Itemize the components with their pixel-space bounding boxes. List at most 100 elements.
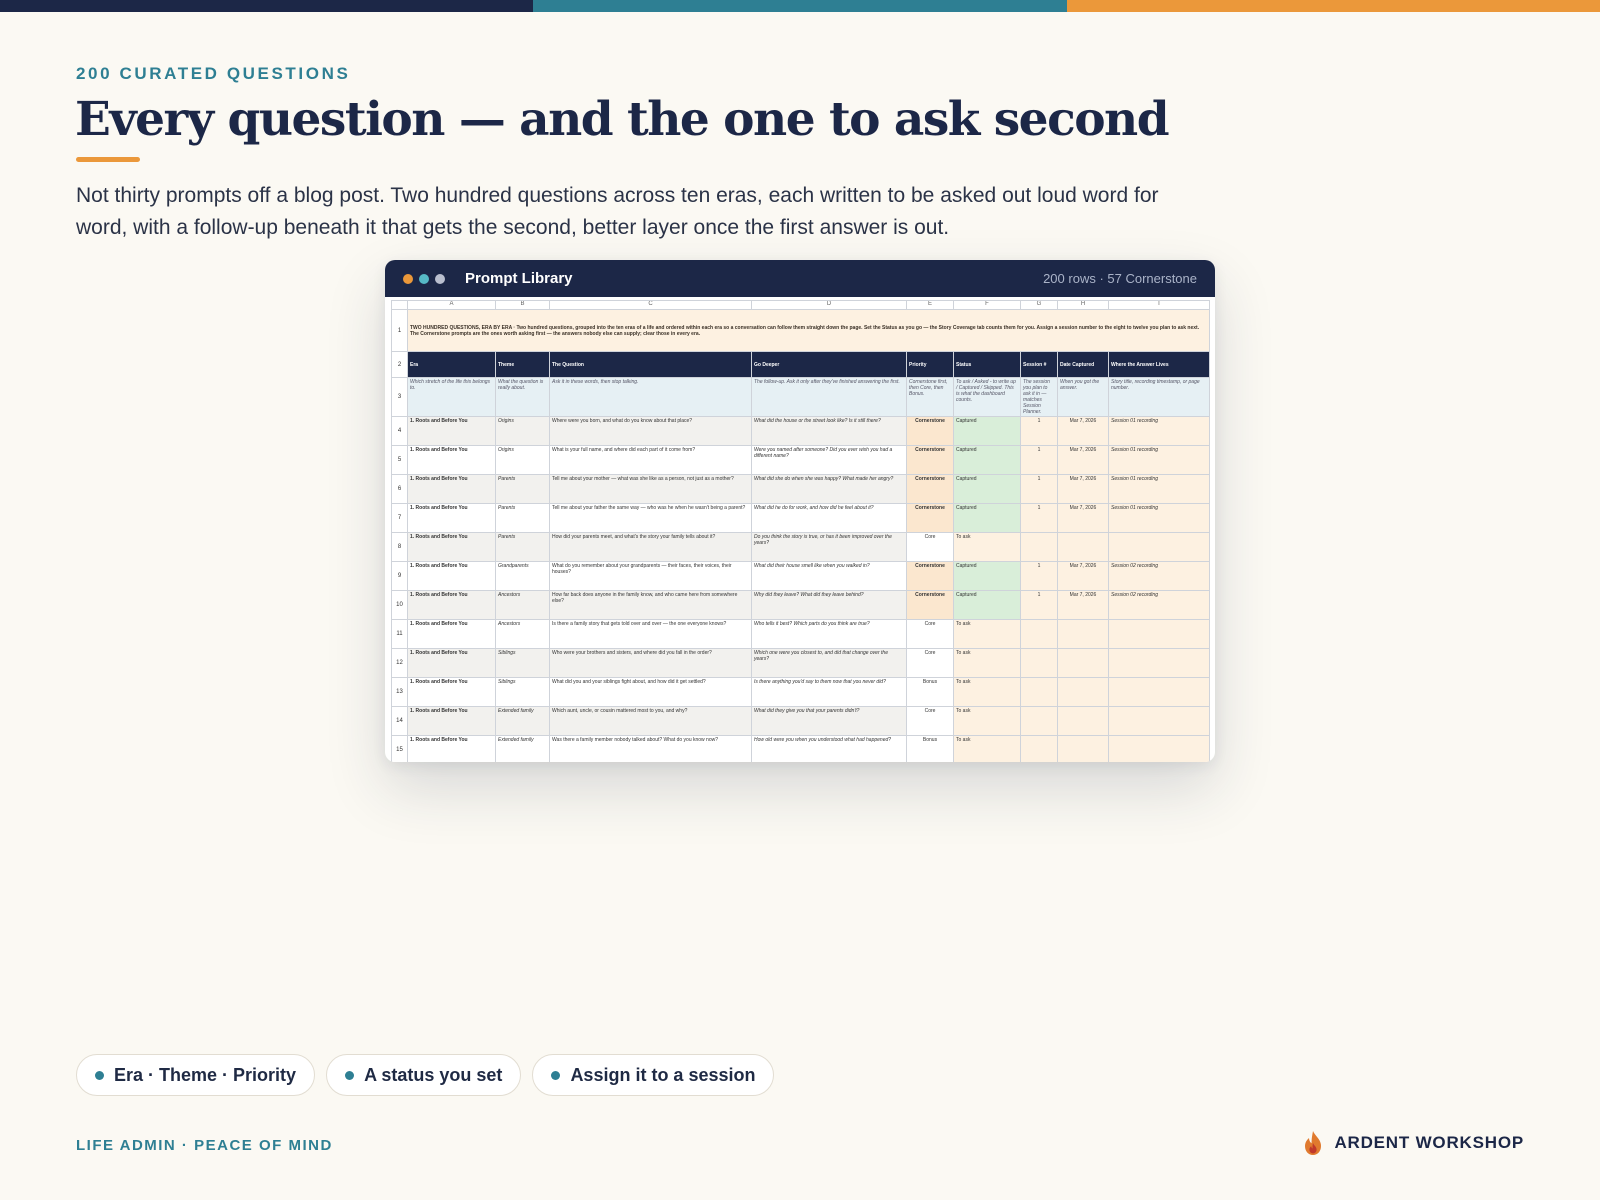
deeper-cell[interactable]: Is there anything you'd say to them now … bbox=[751, 677, 907, 707]
column-letter[interactable]: F bbox=[953, 300, 1021, 310]
spreadsheet-area[interactable]: A B C D E F G H I 1 TWO HUNDRED QUESTIONS, ERA BY … bbox=[391, 300, 1210, 762]
question-cell[interactable]: What do you remember about your grandpar… bbox=[549, 561, 752, 591]
priority-cell[interactable]: Cornerstone bbox=[906, 416, 954, 446]
header-cell[interactable]: Where the Answer Lives bbox=[1108, 351, 1210, 378]
where-cell[interactable] bbox=[1108, 532, 1210, 562]
where-cell[interactable]: Session 01 recording bbox=[1108, 503, 1210, 533]
priority-cell[interactable]: Bonus bbox=[906, 735, 954, 762]
session-cell[interactable] bbox=[1020, 648, 1058, 678]
where-cell[interactable] bbox=[1108, 619, 1210, 649]
deeper-cell[interactable]: What did their house smell like when you… bbox=[751, 561, 907, 591]
theme-cell[interactable]: Extended family bbox=[495, 706, 550, 736]
era-cell[interactable]: 1. Roots and Before You bbox=[407, 706, 496, 736]
header-cell[interactable]: Status bbox=[953, 351, 1021, 378]
priority-cell[interactable]: Cornerstone bbox=[906, 445, 954, 475]
theme-cell[interactable]: Grandparents bbox=[495, 561, 550, 591]
date-cell[interactable] bbox=[1057, 677, 1109, 707]
header-cell[interactable]: Theme bbox=[495, 351, 550, 378]
era-cell[interactable]: 1. Roots and Before You bbox=[407, 561, 496, 591]
column-letter[interactable]: I bbox=[1108, 300, 1210, 310]
date-cell[interactable]: Mar 7, 2026 bbox=[1057, 474, 1109, 504]
session-cell[interactable]: 1 bbox=[1020, 445, 1058, 475]
priority-cell[interactable]: Core bbox=[906, 648, 954, 678]
status-cell[interactable]: Captured bbox=[953, 561, 1021, 591]
session-cell[interactable]: 1 bbox=[1020, 503, 1058, 533]
column-letter[interactable]: C bbox=[549, 300, 752, 310]
question-cell[interactable]: Is there a family story that gets told o… bbox=[549, 619, 752, 649]
column-letter[interactable]: H bbox=[1057, 300, 1109, 310]
era-cell[interactable]: 1. Roots and Before You bbox=[407, 648, 496, 678]
status-cell[interactable]: Captured bbox=[953, 416, 1021, 446]
date-cell[interactable] bbox=[1057, 706, 1109, 736]
where-cell[interactable]: Session 02 recording bbox=[1108, 561, 1210, 591]
era-cell[interactable]: 1. Roots and Before You bbox=[407, 590, 496, 620]
question-cell[interactable]: What is your full name, and where did ea… bbox=[549, 445, 752, 475]
date-cell[interactable]: Mar 7, 2026 bbox=[1057, 590, 1109, 620]
theme-cell[interactable]: Origins bbox=[495, 445, 550, 475]
intro-cell[interactable]: TWO HUNDRED QUESTIONS, ERA BY ERA · Two … bbox=[407, 309, 1210, 352]
priority-cell[interactable]: Core bbox=[906, 619, 954, 649]
status-cell[interactable]: To ask bbox=[953, 648, 1021, 678]
priority-cell[interactable]: Cornerstone bbox=[906, 561, 954, 591]
deeper-cell[interactable]: Who tells it best? Which parts do you th… bbox=[751, 619, 907, 649]
description-cell[interactable]: The follow-up. Ask it only after they've… bbox=[751, 377, 907, 417]
where-cell[interactable] bbox=[1108, 735, 1210, 762]
where-cell[interactable] bbox=[1108, 677, 1210, 707]
deeper-cell[interactable]: What did they give you that your parents… bbox=[751, 706, 907, 736]
question-cell[interactable]: Which aunt, uncle, or cousin mattered mo… bbox=[549, 706, 752, 736]
era-cell[interactable]: 1. Roots and Before You bbox=[407, 474, 496, 504]
where-cell[interactable]: Session 01 recording bbox=[1108, 416, 1210, 446]
deeper-cell[interactable]: Do you think the story is true, or has i… bbox=[751, 532, 907, 562]
header-cell[interactable]: Priority bbox=[906, 351, 954, 378]
era-cell[interactable]: 1. Roots and Before You bbox=[407, 735, 496, 762]
header-cell[interactable]: Era bbox=[407, 351, 496, 378]
description-cell[interactable]: The session you plan to ask it in — matc… bbox=[1020, 377, 1058, 417]
status-cell[interactable]: To ask bbox=[953, 677, 1021, 707]
where-cell[interactable]: Session 02 recording bbox=[1108, 590, 1210, 620]
deeper-cell[interactable]: How old were you when you understood wha… bbox=[751, 735, 907, 762]
date-cell[interactable] bbox=[1057, 735, 1109, 762]
theme-cell[interactable]: Siblings bbox=[495, 677, 550, 707]
column-letter[interactable]: D bbox=[751, 300, 907, 310]
column-letter[interactable]: B bbox=[495, 300, 550, 310]
question-cell[interactable]: Where were you born, and what do you kno… bbox=[549, 416, 752, 446]
where-cell[interactable] bbox=[1108, 648, 1210, 678]
session-cell[interactable] bbox=[1020, 735, 1058, 762]
theme-cell[interactable]: Parents bbox=[495, 532, 550, 562]
era-cell[interactable]: 1. Roots and Before You bbox=[407, 416, 496, 446]
deeper-cell[interactable]: What did he do for work, and how did he … bbox=[751, 503, 907, 533]
header-cell[interactable]: The Question bbox=[549, 351, 752, 378]
priority-cell[interactable]: Core bbox=[906, 706, 954, 736]
era-cell[interactable]: 1. Roots and Before You bbox=[407, 532, 496, 562]
era-cell[interactable]: 1. Roots and Before You bbox=[407, 677, 496, 707]
date-cell[interactable] bbox=[1057, 648, 1109, 678]
status-cell[interactable]: To ask bbox=[953, 706, 1021, 736]
question-cell[interactable]: Was there a family member nobody talked … bbox=[549, 735, 752, 762]
status-cell[interactable]: Captured bbox=[953, 590, 1021, 620]
description-cell[interactable]: What the question is really about. bbox=[495, 377, 550, 417]
where-cell[interactable] bbox=[1108, 706, 1210, 736]
session-cell[interactable]: 1 bbox=[1020, 416, 1058, 446]
theme-cell[interactable]: Parents bbox=[495, 503, 550, 533]
question-cell[interactable]: How did your parents meet, and what's th… bbox=[549, 532, 752, 562]
era-cell[interactable]: 1. Roots and Before You bbox=[407, 445, 496, 475]
theme-cell[interactable]: Ancestors bbox=[495, 590, 550, 620]
status-cell[interactable]: Captured bbox=[953, 503, 1021, 533]
theme-cell[interactable]: Origins bbox=[495, 416, 550, 446]
deeper-cell[interactable]: Why did they leave? What did they leave … bbox=[751, 590, 907, 620]
question-cell[interactable]: Tell me about your mother — what was she… bbox=[549, 474, 752, 504]
where-cell[interactable]: Session 01 recording bbox=[1108, 474, 1210, 504]
deeper-cell[interactable]: Were you named after someone? Did you ev… bbox=[751, 445, 907, 475]
session-cell[interactable] bbox=[1020, 677, 1058, 707]
question-cell[interactable]: Tell me about your father the same way —… bbox=[549, 503, 752, 533]
priority-cell[interactable]: Cornerstone bbox=[906, 503, 954, 533]
status-cell[interactable]: To ask bbox=[953, 532, 1021, 562]
description-cell[interactable]: Which stretch of the life this belongs t… bbox=[407, 377, 496, 417]
date-cell[interactable] bbox=[1057, 532, 1109, 562]
question-cell[interactable]: Who were your brothers and sisters, and … bbox=[549, 648, 752, 678]
priority-cell[interactable]: Core bbox=[906, 532, 954, 562]
description-cell[interactable]: Ask it in these words, then stop talking… bbox=[549, 377, 752, 417]
status-cell[interactable]: Captured bbox=[953, 445, 1021, 475]
theme-cell[interactable]: Ancestors bbox=[495, 619, 550, 649]
header-cell[interactable]: Session # bbox=[1020, 351, 1058, 378]
